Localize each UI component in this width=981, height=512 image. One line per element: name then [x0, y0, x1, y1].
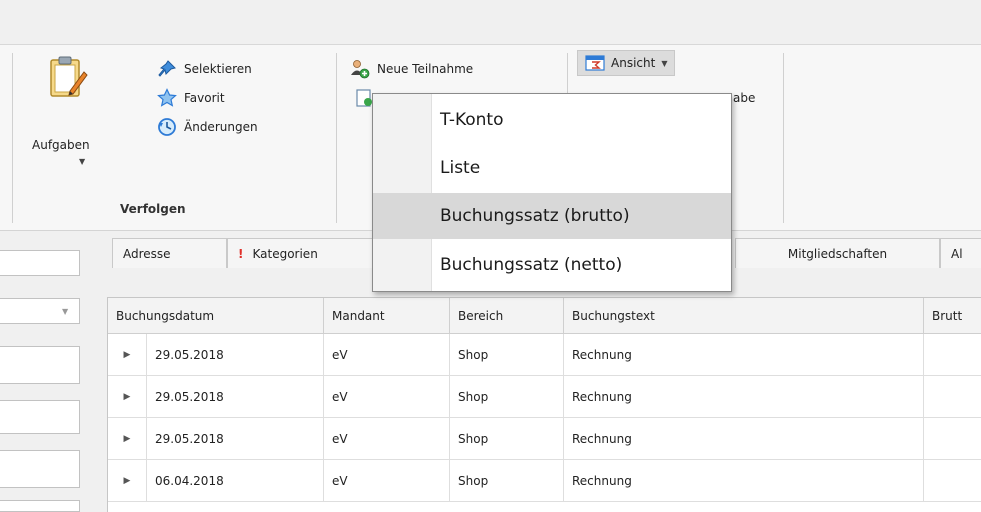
favorit-label: Favorit [184, 91, 225, 105]
star-icon [157, 88, 177, 107]
cell-buchungsdatum: 29.05.2018 [146, 376, 324, 417]
column-header-label: Buchungstext [572, 308, 655, 323]
tab-more[interactable]: Al [940, 238, 981, 268]
row-expand-icon[interactable]: ▶ [108, 460, 146, 501]
tab-adresse[interactable]: Adresse [112, 238, 227, 268]
cell-buchungsdatum: 06.04.2018 [146, 460, 324, 501]
column-header-brutto[interactable]: Brutt [924, 298, 981, 334]
aufgaben-button[interactable]: Aufgaben ▼ [22, 51, 104, 186]
table-row[interactable]: ▶ 06.04.2018 eV Shop Rechnung [108, 460, 981, 502]
filter-combo[interactable]: ▼ [0, 298, 80, 324]
cell-bereich: Shop [450, 334, 564, 375]
aenderungen-button[interactable]: Änderungen [157, 117, 258, 137]
neue-teilnahme-button[interactable]: Neue Teilnahme [350, 59, 473, 79]
tab-mitgliedschaften[interactable]: Mitgliedschaften [735, 238, 940, 268]
verfolgen-group-label: Verfolgen [120, 202, 186, 216]
cell-buchungstext: Rechnung [564, 334, 924, 375]
row-expand-icon[interactable]: ▶ [108, 334, 146, 375]
row-expand-icon[interactable]: ▶ [108, 418, 146, 459]
cell-buchungsdatum: 29.05.2018 [146, 418, 324, 459]
history-icon [158, 118, 176, 136]
cell-mandant: eV [324, 334, 450, 375]
column-header-label: Bereich [458, 308, 504, 323]
menu-item-label: T-Konto [440, 110, 504, 130]
ribbon-separator [12, 53, 13, 223]
filter-field[interactable] [0, 450, 80, 488]
menu-item-buchungssatz-netto[interactable]: Buchungssatz (netto) [373, 242, 731, 288]
table-row[interactable]: ▶ 29.05.2018 eV Shop Rechnung [108, 334, 981, 376]
column-header-buchungstext[interactable]: Buchungstext [564, 298, 924, 334]
table-row[interactable]: ▶ 29.05.2018 eV Shop Rechnung [108, 418, 981, 460]
clipboard-pencil-icon [50, 56, 88, 97]
filter-field[interactable] [0, 500, 80, 512]
document-icon [356, 89, 372, 107]
column-header-label: Brutt [932, 308, 963, 323]
cell-mandant: eV [324, 376, 450, 417]
menu-item-liste[interactable]: Liste [373, 145, 731, 191]
cell-bereich: Shop [450, 418, 564, 459]
tab-adresse-label: Adresse [123, 246, 171, 261]
ribbon-separator [783, 53, 784, 223]
tab-mitgliedschaften-label: Mitgliedschaften [787, 246, 888, 261]
filter-field[interactable] [0, 400, 80, 434]
filter-field[interactable] [0, 250, 80, 276]
cell-buchungstext: Rechnung [564, 460, 924, 501]
row-expand-icon[interactable]: ▶ [108, 376, 146, 417]
cell-buchungsdatum: 29.05.2018 [146, 334, 324, 375]
neue-teilnahme-label: Neue Teilnahme [377, 62, 474, 76]
add-participant-icon [351, 60, 370, 79]
cell-buchungstext: Rechnung [564, 418, 924, 459]
aufgaben-label: Aufgaben [32, 138, 90, 152]
filter-field[interactable] [0, 346, 80, 384]
selektieren-label: Selektieren [184, 62, 252, 76]
tab-kategorien[interactable]: ! Kategorien [227, 238, 377, 268]
table-row[interactable]: ▶ 29.05.2018 eV Shop Rechnung [108, 376, 981, 418]
column-header-bereich[interactable]: Bereich [450, 298, 564, 334]
column-header-buchungsdatum[interactable]: Buchungsdatum [108, 298, 324, 334]
favorit-button[interactable]: Favorit [157, 88, 225, 108]
tab-more-label: Al [951, 246, 963, 261]
ansicht-label: Ansicht [611, 56, 656, 70]
ansicht-dropdown-menu: T-Konto Liste Buchungssatz (brutto) Buch… [372, 93, 732, 292]
warning-icon: ! [238, 246, 244, 261]
cell-mandant: eV [324, 418, 450, 459]
menu-item-label: Buchungssatz (brutto) [440, 206, 630, 226]
cell-buchungstext: Rechnung [564, 376, 924, 417]
chevron-down-icon: ▼ [62, 307, 69, 316]
column-header-label: Buchungsdatum [116, 308, 215, 323]
ribbon-separator [336, 53, 337, 223]
aenderungen-label: Änderungen [184, 120, 258, 134]
menu-item-label: Buchungssatz (netto) [440, 255, 623, 275]
cell-mandant: eV [324, 460, 450, 501]
cell-bereich: Shop [450, 376, 564, 417]
ansicht-dropdown-button[interactable]: Ansicht ▼ [577, 50, 676, 76]
chevron-down-icon: ▼ [79, 157, 86, 166]
menu-item-buchungssatz-brutto[interactable]: Buchungssatz (brutto) [373, 193, 731, 239]
chevron-down-icon: ▼ [661, 58, 668, 68]
title-strip [0, 0, 981, 45]
menu-item-label: Liste [440, 158, 481, 178]
selektieren-button[interactable]: Selektieren [157, 59, 252, 79]
pin-icon [158, 60, 176, 77]
bookings-grid: Buchungsdatum Mandant Bereich Buchungste… [107, 297, 981, 512]
obscured-button-label: abe [733, 91, 756, 105]
cell-bereich: Shop [450, 460, 564, 501]
column-header-mandant[interactable]: Mandant [324, 298, 450, 334]
ribbon-separator [567, 53, 568, 93]
menu-item-t-konto[interactable]: T-Konto [373, 97, 731, 143]
table-sum-icon [585, 55, 605, 71]
tab-kategorien-label: Kategorien [252, 246, 318, 261]
column-header-label: Mandant [332, 308, 385, 323]
